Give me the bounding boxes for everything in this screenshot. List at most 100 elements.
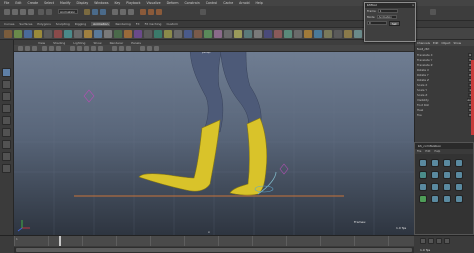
- move-tool-icon[interactable]: [2, 104, 11, 113]
- paint-select-icon[interactable]: [2, 92, 11, 101]
- shelf-tab-curves[interactable]: Curves: [4, 22, 14, 26]
- open-scene-icon[interactable]: [20, 9, 26, 15]
- panel-menu-renderer[interactable]: Renderer: [110, 41, 124, 45]
- exposure-icon[interactable]: [140, 46, 145, 51]
- menu-set-dropdown[interactable]: Animation: [58, 9, 78, 14]
- shelf-icon-35[interactable]: [344, 30, 352, 38]
- shelf-icon-13[interactable]: [124, 30, 132, 38]
- menu-item-visualize[interactable]: Visualize: [147, 1, 161, 5]
- render-icon[interactable]: [140, 9, 146, 15]
- shelf-icon-9[interactable]: [84, 30, 92, 38]
- shelf-icon-10[interactable]: [94, 30, 102, 38]
- picker-arm-r-button[interactable]: [431, 171, 439, 179]
- shelf-icon-7[interactable]: [64, 30, 72, 38]
- shelf-tab-polygons[interactable]: Polygons: [37, 22, 50, 26]
- picker-hip-button[interactable]: [455, 159, 463, 167]
- menu-item-create[interactable]: Create: [28, 1, 39, 5]
- shelf-tab-surfaces[interactable]: Surfaces: [19, 22, 32, 26]
- loop-icon[interactable]: [444, 238, 450, 244]
- lasso-tool-icon[interactable]: [2, 80, 11, 89]
- scale-tool-icon[interactable]: [2, 128, 11, 137]
- menu-item-file[interactable]: File: [4, 1, 9, 5]
- attribute-row[interactable]: Toe0: [415, 112, 474, 117]
- shelf-icon-14[interactable]: [134, 30, 142, 38]
- tab-object[interactable]: Object: [441, 41, 450, 45]
- panel-menu-view[interactable]: View: [38, 41, 45, 45]
- attribute-value[interactable]: 0: [468, 52, 472, 57]
- picker-leg-l-button[interactable]: [419, 183, 427, 191]
- shelf-icon-32[interactable]: [314, 30, 322, 38]
- tab-channels[interactable]: Channels: [417, 41, 430, 45]
- frame-field[interactable]: 1: [377, 9, 398, 13]
- shelf-icon-6[interactable]: [54, 30, 62, 38]
- picker-fk-button[interactable]: [431, 195, 439, 203]
- menu-item-playback[interactable]: Playback: [126, 1, 140, 5]
- shelf-icon-36[interactable]: [354, 30, 362, 38]
- undo-icon[interactable]: [38, 9, 44, 15]
- layout-persp-outliner-icon[interactable]: [2, 164, 11, 173]
- time-ruler[interactable]: 1: [14, 236, 414, 246]
- panel-menu-shading[interactable]: Shading: [53, 41, 65, 45]
- select-hierarchy-icon[interactable]: [84, 9, 90, 15]
- shelf-icon-15[interactable]: [144, 30, 152, 38]
- shelf-icon-22[interactable]: [214, 30, 222, 38]
- shelf-tab-rendering[interactable]: Rendering: [115, 22, 130, 26]
- grid-toggle-icon[interactable]: [42, 46, 47, 51]
- panel-menu-lighting[interactable]: Lighting: [73, 41, 85, 45]
- menu-item-key[interactable]: Key: [115, 1, 121, 5]
- menu-item-edit[interactable]: Edit: [15, 1, 21, 5]
- shelf-icon-16[interactable]: [154, 30, 162, 38]
- snap-point-icon[interactable]: [128, 9, 134, 15]
- snap-curve-icon[interactable]: [120, 9, 126, 15]
- shelf-tab-custom[interactable]: Custom: [166, 22, 178, 26]
- menu-item-windows[interactable]: Windows: [94, 1, 108, 5]
- picker-menu-help[interactable]: Help: [434, 150, 440, 153]
- film-gate-icon[interactable]: [49, 46, 54, 51]
- picker-neck-button[interactable]: [431, 159, 439, 167]
- xray-icon[interactable]: [119, 46, 124, 51]
- new-scene-icon[interactable]: [12, 9, 18, 15]
- picker-hand-l-button[interactable]: [443, 171, 451, 179]
- ipr-render-icon[interactable]: [148, 9, 154, 15]
- menu-set-icon[interactable]: [4, 9, 10, 15]
- select-object-icon[interactable]: [92, 9, 98, 15]
- shelf-icon-5[interactable]: [44, 30, 52, 38]
- shelf-icon-18[interactable]: [174, 30, 182, 38]
- character-boots[interactable]: [138, 117, 268, 196]
- shelf-tab-fx-caching[interactable]: FX Caching: [145, 22, 162, 26]
- picker-ik-button[interactable]: [419, 195, 427, 203]
- wireframe-icon[interactable]: [70, 46, 75, 51]
- shelf-icon-12[interactable]: [114, 30, 122, 38]
- shelf-icon-27[interactable]: [264, 30, 272, 38]
- textured-icon[interactable]: [84, 46, 89, 51]
- menu-item-cache[interactable]: Cache: [223, 1, 233, 5]
- picker-arm-l-button[interactable]: [419, 171, 427, 179]
- shelf-icon-26[interactable]: [254, 30, 262, 38]
- tab-show[interactable]: Show: [453, 41, 461, 45]
- shelf-icon-23[interactable]: [224, 30, 232, 38]
- rotate-tool-icon[interactable]: [2, 116, 11, 125]
- range-slider[interactable]: [16, 248, 412, 252]
- shelf-icon-33[interactable]: [324, 30, 332, 38]
- menu-item-select[interactable]: Select: [44, 1, 54, 5]
- menu-item-control[interactable]: Control: [206, 1, 218, 5]
- shelf-icon-2[interactable]: [14, 30, 22, 38]
- picker-menu-file[interactable]: File: [417, 150, 421, 153]
- save-scene-icon[interactable]: [28, 9, 34, 15]
- layout-single-icon[interactable]: [2, 140, 11, 149]
- shelf-icon-19[interactable]: [184, 30, 192, 38]
- sign-in-icon[interactable]: [430, 9, 436, 15]
- shelf-icon-11[interactable]: [104, 30, 112, 38]
- menu-item-arnold[interactable]: Arnold: [239, 1, 249, 5]
- shelf-tab-animation[interactable]: Animation: [91, 22, 111, 26]
- menu-item-constrain[interactable]: Constrain: [184, 1, 199, 5]
- snap-grid-icon[interactable]: [112, 9, 118, 15]
- smooth-shade-icon[interactable]: [77, 46, 82, 51]
- shelf-icon-20[interactable]: [194, 30, 202, 38]
- character-legs[interactable]: [189, 52, 262, 133]
- xray-joints-icon[interactable]: [126, 46, 131, 51]
- lights-icon[interactable]: [91, 46, 96, 51]
- camera-attributes-icon[interactable]: [25, 46, 30, 51]
- close-icon[interactable]: x: [412, 3, 414, 7]
- play-forward-icon[interactable]: [428, 238, 434, 244]
